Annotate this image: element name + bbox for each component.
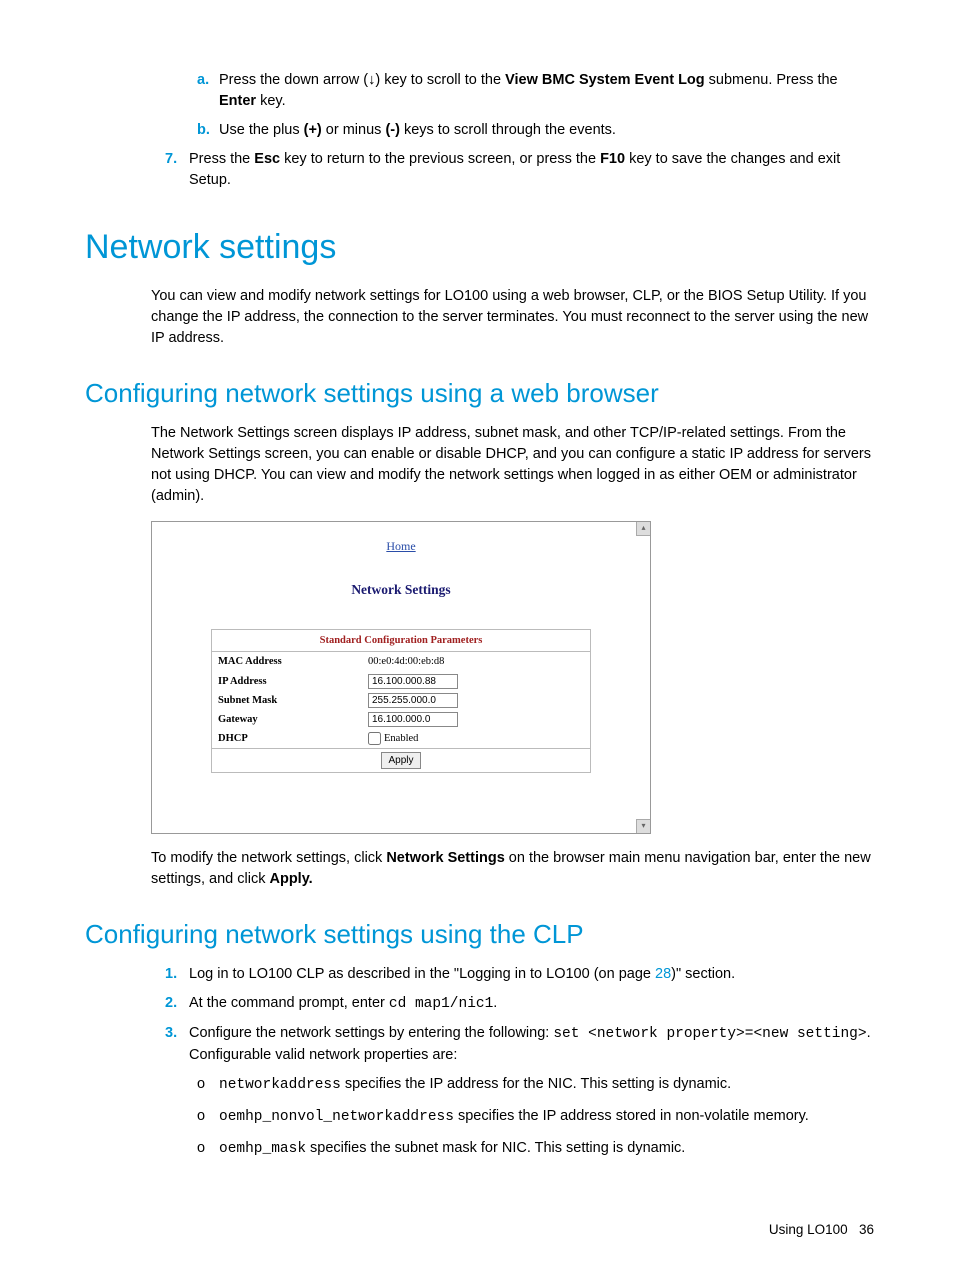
text-bold: Esc (254, 151, 280, 167)
input-ip[interactable] (368, 674, 458, 689)
intro-paragraph: You can view and modify network settings… (151, 286, 874, 349)
heading-config-clp: Configuring network settings using the C… (85, 916, 874, 954)
text-fragment: Press the (189, 151, 254, 167)
code-text: oemhp_nonvol_networkaddress (219, 1109, 454, 1125)
dhcp-cell: Enabled (368, 731, 584, 746)
label-subnet: Subnet Mask (218, 693, 368, 708)
row-gateway: Gateway (212, 710, 590, 729)
bullet-nonvol: o oemhp_nonvol_networkaddress specifies … (197, 1106, 874, 1128)
step-list: 7. Press the Esc key to return to the pr… (165, 149, 874, 191)
substep-b: b. Use the plus (+) or minus (-) keys to… (197, 120, 874, 141)
browser-paragraph: The Network Settings screen displays IP … (151, 423, 874, 507)
text-fragment: specifies the IP address stored in non-v… (454, 1108, 809, 1124)
text-fragment: To modify the network settings, click (151, 850, 386, 866)
step-marker: 1. (165, 964, 189, 985)
text-fragment: specifies the IP address for the NIC. Th… (341, 1076, 731, 1092)
text-fragment: )" section. (671, 966, 735, 982)
bullet-text: oemhp_nonvol_networkaddress specifies th… (219, 1106, 874, 1128)
step-text: Press the Esc key to return to the previ… (189, 149, 874, 191)
step-text: At the command prompt, enter cd map1/nic… (189, 993, 874, 1015)
code-text: networkaddress (219, 1077, 341, 1093)
text-fragment: . (493, 995, 497, 1011)
text-bold: F10 (600, 151, 625, 167)
code-text: set <network property>=<new setting> (553, 1026, 866, 1042)
scroll-down-icon: ▾ (636, 819, 650, 833)
heading-config-browser: Configuring network settings using a web… (85, 375, 874, 413)
substep-text: Press the down arrow (↓) key to scroll t… (219, 70, 874, 112)
bullet-text: oemhp_mask specifies the subnet mask for… (219, 1138, 874, 1160)
row-subnet: Subnet Mask (212, 691, 590, 710)
config-table: Standard Configuration Parameters MAC Ad… (211, 629, 591, 773)
figure-body: ▴ Home Network Settings Standard Configu… (152, 522, 650, 833)
text-bold: Apply. (269, 871, 312, 887)
text-fragment: Use the plus (219, 122, 304, 138)
step-marker: 3. (165, 1023, 189, 1066)
apply-button[interactable]: Apply (381, 752, 420, 769)
text-fragment: key to return to the previous screen, or… (280, 151, 600, 167)
figure-title: Network Settings (176, 580, 626, 600)
bullet-networkaddress: o networkaddress specifies the IP addres… (197, 1074, 874, 1096)
text-fragment: Log in to LO100 CLP as described in the … (189, 966, 655, 982)
clp-step-2: 2. At the command prompt, enter cd map1/… (165, 993, 874, 1015)
substep-a: a. Press the down arrow (↓) key to scrol… (197, 70, 874, 112)
step-text: Configure the network settings by enteri… (189, 1023, 874, 1066)
table-header: Standard Configuration Parameters (212, 630, 590, 652)
label-mac: MAC Address (218, 654, 368, 669)
input-gateway[interactable] (368, 712, 458, 727)
row-dhcp: DHCP Enabled (212, 729, 590, 748)
footer-page-number: 36 (859, 1222, 874, 1237)
label-gateway: Gateway (218, 712, 368, 727)
text-fragment: submenu. Press the (705, 72, 838, 88)
modify-paragraph: To modify the network settings, click Ne… (151, 848, 874, 890)
step-marker: 7. (165, 149, 189, 191)
row-ip: IP Address (212, 672, 590, 691)
text-bold: View BMC System Event Log (505, 72, 705, 88)
text-bold: Enter (219, 93, 256, 109)
scroll-up-icon: ▴ (636, 522, 650, 536)
text-fragment: Press the down arrow (↓) key to scroll t… (219, 72, 505, 88)
substep-text: Use the plus (+) or minus (-) keys to sc… (219, 120, 874, 141)
bullet-icon: o (197, 1074, 219, 1096)
apply-row: Apply (212, 748, 590, 772)
clp-step-3: 3. Configure the network settings by ent… (165, 1023, 874, 1066)
code-text: oemhp_mask (219, 1141, 306, 1157)
text-bold: (+) (304, 122, 322, 138)
network-settings-figure: ▴ Home Network Settings Standard Configu… (151, 521, 651, 834)
text-fragment: At the command prompt, enter (189, 995, 389, 1011)
step-marker: 2. (165, 993, 189, 1015)
step-text: Log in to LO100 CLP as described in the … (189, 964, 874, 985)
value-mac: 00:e0:4d:00:eb:d8 (368, 654, 584, 669)
substep-marker: b. (197, 120, 219, 141)
text-fragment: Configure the network settings by enteri… (189, 1025, 553, 1041)
bullet-text: networkaddress specifies the IP address … (219, 1074, 874, 1096)
text-fragment: or minus (322, 122, 386, 138)
input-subnet[interactable] (368, 693, 458, 708)
bullet-icon: o (197, 1106, 219, 1128)
step-7: 7. Press the Esc key to return to the pr… (165, 149, 874, 191)
page-link[interactable]: 28 (655, 966, 671, 982)
page-footer: Using LO100 36 (85, 1220, 874, 1240)
text-fragment: specifies the subnet mask for NIC. This … (306, 1140, 685, 1156)
heading-network-settings: Network settings (85, 223, 874, 272)
home-link[interactable]: Home (176, 538, 626, 555)
row-mac: MAC Address 00:e0:4d:00:eb:d8 (212, 652, 590, 671)
text-fragment: keys to scroll through the events. (400, 122, 616, 138)
property-bullets: o networkaddress specifies the IP addres… (197, 1074, 874, 1160)
bullet-mask: o oemhp_mask specifies the subnet mask f… (197, 1138, 874, 1160)
clp-step-1: 1. Log in to LO100 CLP as described in t… (165, 964, 874, 985)
text-bold: Network Settings (386, 850, 504, 866)
bullet-icon: o (197, 1138, 219, 1160)
label-dhcp: DHCP (218, 731, 368, 746)
clp-step-list: 1. Log in to LO100 CLP as described in t… (165, 964, 874, 1066)
substep-marker: a. (197, 70, 219, 112)
text-fragment: key. (256, 93, 286, 109)
label-ip: IP Address (218, 674, 368, 689)
dhcp-enabled-text: Enabled (384, 733, 418, 744)
step-sublist: a. Press the down arrow (↓) key to scrol… (197, 70, 874, 141)
footer-section: Using LO100 (769, 1222, 848, 1237)
checkbox-dhcp[interactable] (368, 732, 381, 745)
code-text: cd map1/nic1 (389, 996, 493, 1012)
text-bold: (-) (385, 122, 400, 138)
